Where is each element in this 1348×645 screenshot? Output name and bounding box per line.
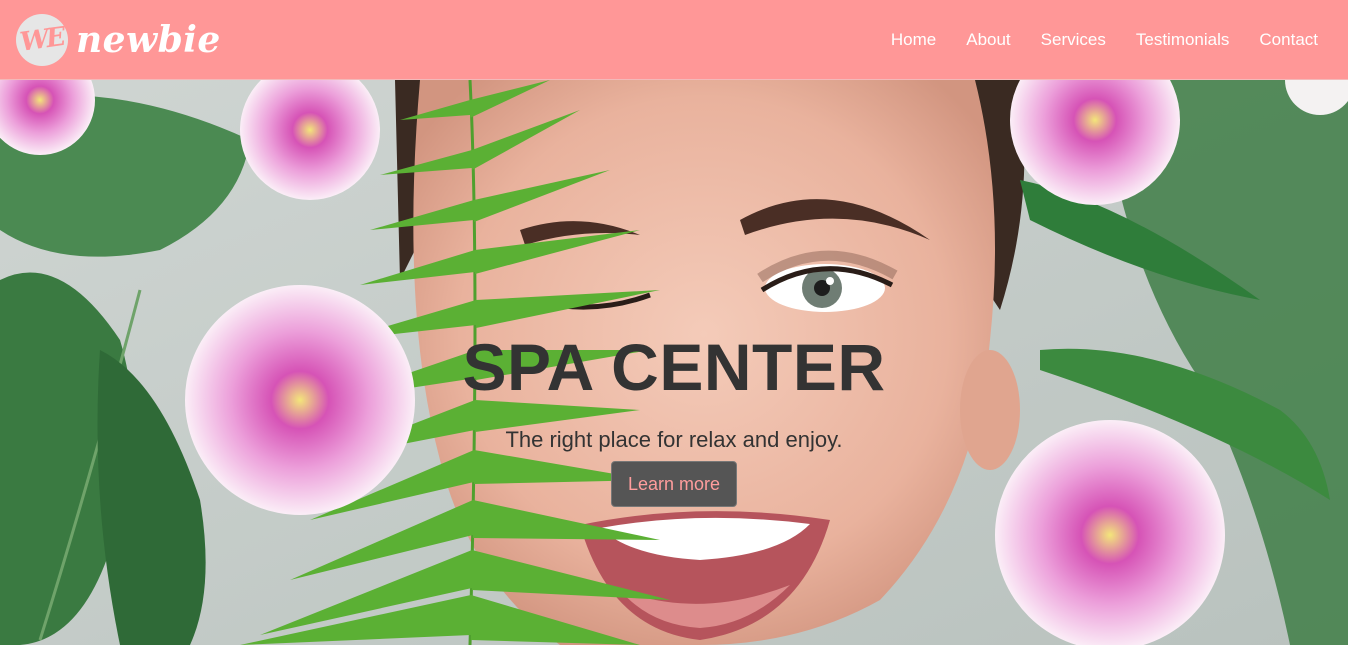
learn-more-button[interactable]: Learn more — [610, 461, 738, 507]
nav-link-home[interactable]: Home — [891, 30, 936, 49]
nav-item-testimonials: Testimonials — [1136, 30, 1230, 50]
nav-item-about: About — [966, 30, 1010, 50]
brand-logo-link[interactable]: WE newbie — [16, 13, 221, 66]
nav-link-about[interactable]: About — [966, 30, 1010, 49]
hero-title: SPA CENTER — [462, 330, 886, 404]
hero-section: SPA CENTER The right place for relax and… — [0, 80, 1348, 645]
nav-item-contact: Contact — [1259, 30, 1318, 50]
nav-link-contact[interactable]: Contact — [1259, 30, 1318, 49]
navbar: WE newbie Home About Services Testimonia… — [0, 0, 1348, 80]
hero-content: SPA CENTER The right place for relax and… — [0, 333, 1348, 507]
nav-link-testimonials[interactable]: Testimonials — [1136, 30, 1230, 49]
nav-link-services[interactable]: Services — [1041, 30, 1106, 49]
nav-item-home: Home — [891, 30, 936, 50]
logo-mark-text: WE — [18, 21, 66, 58]
brand-name: newbie — [76, 18, 221, 61]
nav-menu: Home About Services Testimonials Contact — [891, 30, 1318, 50]
hero-subtitle: The right place for relax and enjoy. — [505, 427, 843, 452]
logo-icon: WE — [16, 13, 68, 66]
nav-item-services: Services — [1041, 30, 1106, 50]
